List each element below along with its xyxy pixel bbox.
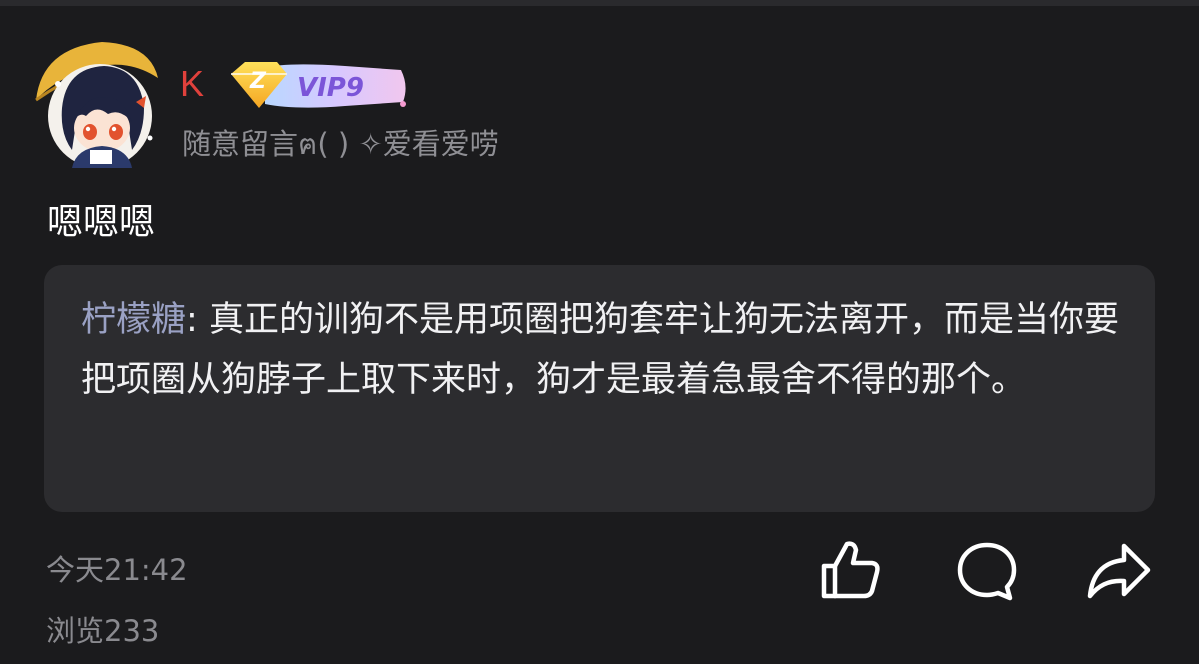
post-content: 嗯嗯嗯 [47, 202, 156, 243]
vip-badge[interactable]: Z VIP9 [225, 58, 410, 114]
user-avatar[interactable] [32, 38, 162, 168]
vip-emblem-letter: Z [249, 69, 267, 94]
quote-separator: : [186, 300, 209, 340]
top-divider [0, 0, 1199, 6]
view-count: 浏览233 [46, 614, 160, 648]
username[interactable]: K [180, 64, 204, 104]
comment-bubble-icon [957, 542, 1017, 601]
vip-level-text: VIP9 [297, 73, 364, 103]
share-arrow-icon [1087, 543, 1151, 599]
thumbs-up-icon [821, 541, 880, 599]
like-button[interactable] [818, 538, 884, 604]
comment-button[interactable] [954, 538, 1020, 604]
user-signature: 随意留言ฅ( ) ✧爱看爱唠 [182, 127, 499, 161]
quote-text: 真正的训狗不是用项圈把狗套牢让狗无法离开，而是当你要把项圈从狗脖子上取下来时，狗… [81, 300, 1119, 400]
quote-body: 柠檬糖: 真正的训狗不是用项圈把狗套牢让狗无法离开，而是当你要把项圈从狗脖子上取… [81, 290, 1131, 410]
share-button[interactable] [1086, 538, 1152, 604]
quote-author[interactable]: 柠檬糖 [81, 300, 186, 340]
post-timestamp: 今天21:42 [46, 553, 188, 587]
avatar-illustration [35, 42, 158, 168]
vip-badge-graphic: Z VIP9 [231, 62, 406, 108]
quoted-message[interactable]: 柠檬糖: 真正的训狗不是用项圈把狗套牢让狗无法离开，而是当你要把项圈从狗脖子上取… [44, 265, 1155, 512]
